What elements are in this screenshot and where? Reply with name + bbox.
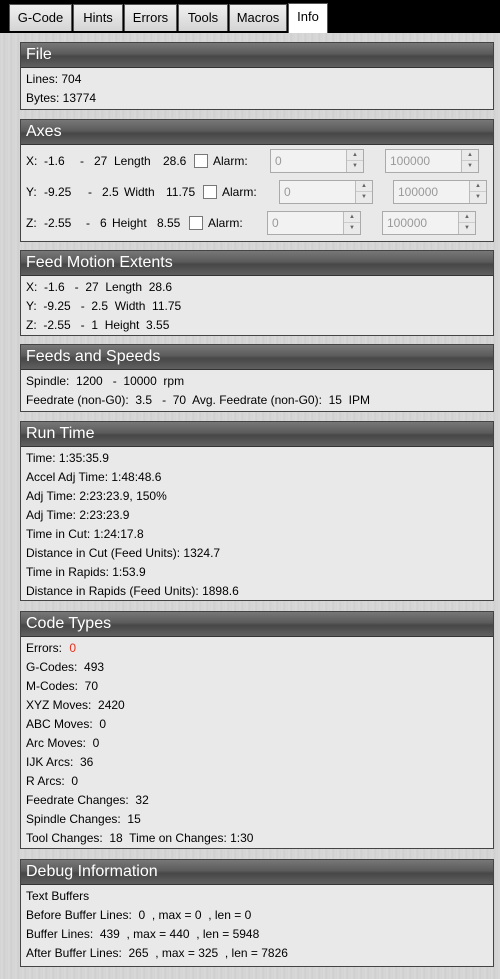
axis-min: -9.25: [44, 185, 72, 199]
axis-dim: 28.6: [163, 154, 187, 168]
tab-hints[interactable]: Hints: [73, 4, 123, 31]
spin-up-icon[interactable]: ▲: [344, 212, 360, 223]
spin-up-icon[interactable]: ▲: [356, 181, 372, 192]
code-type-item: ABC Moves: 0: [26, 717, 107, 731]
spin-up-icon[interactable]: ▲: [470, 181, 486, 192]
spin-down-icon[interactable]: ▼: [459, 223, 475, 234]
run-time-panel: Run Time Time: 1:35:35.9 Accel Adj Time:…: [20, 421, 494, 601]
code-types-title: Code Types: [21, 612, 493, 637]
axis-dim-label: Length: [114, 154, 151, 168]
info-content[interactable]: File Lines: 704 Bytes: 13774 Axes X: -1.…: [0, 33, 500, 979]
alarm-min-spinbox-y[interactable]: 0 ▲ ▼: [279, 180, 373, 204]
axis-row-z: Z: -2.55 - 6 Height 8.55 Alarm: 0 ▲ ▼ 100…: [26, 208, 488, 239]
tab-gcode[interactable]: G-Code: [9, 4, 72, 31]
code-types-panel: Code Types Errors: 0 G-Codes: 493 M-Code…: [20, 611, 494, 849]
spin-down-icon[interactable]: ▼: [356, 192, 372, 203]
alarm-max-spinbox-z[interactable]: 100000 ▲ ▼: [382, 211, 476, 235]
axis-label: X:: [26, 154, 38, 168]
axis-row-y: Y: -9.25 - 2.5 Width 11.75 Alarm: 0 ▲ ▼ 1…: [26, 177, 488, 208]
run-time-item: Distance in Rapids (Feed Units): 1898.6: [26, 584, 239, 598]
file-lines: Lines: 704: [26, 72, 82, 86]
alarm-label: Alarm:: [208, 216, 243, 230]
spin-up-icon[interactable]: ▲: [462, 150, 478, 161]
alarm-checkbox-x[interactable]: [194, 154, 208, 168]
debug-item: Buffer Lines: 439 , max = 440 , len = 59…: [26, 927, 260, 941]
alarm-max-spinbox-y[interactable]: 100000 ▲ ▼: [393, 180, 487, 204]
run-time-title: Run Time: [21, 422, 493, 447]
axes-panel-title: Axes: [21, 120, 493, 145]
run-time-item: Distance in Cut (Feed Units): 1324.7: [26, 546, 221, 560]
alarm-checkbox-z[interactable]: [189, 216, 203, 230]
axis-dash: -: [88, 185, 92, 199]
spindle-range: Spindle: 1200 - 10000 rpm: [26, 374, 185, 388]
axis-dash: -: [80, 154, 84, 168]
axis-max: 2.5: [102, 185, 119, 199]
axis-dim-label: Height: [112, 216, 147, 230]
feed-extents-panel: Feed Motion Extents X: -1.6 - 27 Length …: [20, 250, 494, 336]
axis-dim: 8.55: [157, 216, 181, 230]
run-time-item: Adj Time: 2:23:23.9, 150%: [26, 489, 167, 503]
debug-title: Debug Information: [21, 860, 493, 885]
axis-row-x: X: -1.6 - 27 Length 28.6 Alarm: 0 ▲ ▼ 100…: [26, 146, 488, 177]
feeds-speeds-panel: Feeds and Speeds Spindle: 1200 - 10000 r…: [20, 344, 494, 412]
axis-max: 6: [100, 216, 107, 230]
alarm-label: Alarm:: [213, 154, 248, 168]
axis-label: Z:: [26, 216, 37, 230]
axis-dim: 11.75: [166, 185, 196, 199]
feedrate-range: Feedrate (non-G0): 3.5 - 70 Avg. Feedrat…: [26, 393, 370, 407]
run-time-item: Accel Adj Time: 1:48:48.6: [26, 470, 162, 484]
tab-bar: G-Code Hints Errors Tools Macros Info: [0, 0, 500, 33]
code-type-item: M-Codes: 70: [26, 679, 99, 693]
alarm-min-spinbox-x[interactable]: 0 ▲ ▼: [270, 149, 364, 173]
axis-label: Y:: [26, 185, 37, 199]
axis-dash: -: [86, 216, 90, 230]
alarm-checkbox-y[interactable]: [203, 185, 217, 199]
spin-down-icon[interactable]: ▼: [344, 223, 360, 234]
code-type-item: Tool Changes: 18 Time on Changes: 1:30: [26, 831, 254, 845]
run-time-item: Time in Cut: 1:24:17.8: [26, 527, 144, 541]
alarm-max-spinbox-x[interactable]: 100000 ▲ ▼: [385, 149, 479, 173]
tab-tools[interactable]: Tools: [178, 4, 228, 31]
errors-row: Errors: 0: [26, 639, 488, 658]
tab-info[interactable]: Info: [288, 3, 328, 33]
code-type-item: XYZ Moves: 2420: [26, 698, 125, 712]
errors-label: Errors:: [26, 641, 62, 655]
code-type-item: Feedrate Changes: 32: [26, 793, 149, 807]
axis-min: -2.55: [44, 216, 72, 230]
axis-dim-label: Width: [124, 185, 155, 199]
alarm-label: Alarm:: [222, 185, 257, 199]
spin-down-icon[interactable]: ▼: [347, 161, 363, 172]
errors-count: 0: [69, 641, 77, 655]
code-type-item: Spindle Changes: 15: [26, 812, 141, 826]
code-type-item: Arc Moves: 0: [26, 736, 100, 750]
debug-panel: Debug Information Text Buffers Before Bu…: [20, 859, 494, 967]
debug-item: Before Buffer Lines: 0 , max = 0 , len =…: [26, 908, 252, 922]
feed-extents-x: X: -1.6 - 27 Length 28.6: [26, 280, 173, 294]
axis-min: -1.6: [44, 154, 65, 168]
spin-down-icon[interactable]: ▼: [470, 192, 486, 203]
alarm-min-spinbox-z[interactable]: 0 ▲ ▼: [267, 211, 361, 235]
code-type-item: G-Codes: 493: [26, 660, 105, 674]
run-time-item: Time: 1:35:35.9: [26, 451, 109, 465]
axes-panel: Axes X: -1.6 - 27 Length 28.6 Alarm: 0 ▲…: [20, 119, 494, 242]
debug-item: After Buffer Lines: 265 , max = 325 , le…: [26, 946, 288, 960]
run-time-item: Time in Rapids: 1:53.9: [26, 565, 146, 579]
tab-errors[interactable]: Errors: [124, 4, 177, 31]
file-panel-title: File: [21, 43, 493, 68]
code-type-item: IJK Arcs: 36: [26, 755, 94, 769]
spin-up-icon[interactable]: ▲: [459, 212, 475, 223]
feed-extents-z: Z: -2.55 - 1 Height 3.55: [26, 318, 170, 332]
feed-extents-title: Feed Motion Extents: [21, 251, 493, 276]
file-panel: File Lines: 704 Bytes: 13774: [20, 42, 494, 110]
spin-up-icon[interactable]: ▲: [347, 150, 363, 161]
debug-item: Text Buffers: [26, 889, 90, 903]
tab-macros[interactable]: Macros: [229, 4, 287, 31]
spin-down-icon[interactable]: ▼: [462, 161, 478, 172]
file-bytes: Bytes: 13774: [26, 91, 97, 105]
feed-extents-y: Y: -9.25 - 2.5 Width 11.75: [26, 299, 182, 313]
code-type-item: R Arcs: 0: [26, 774, 79, 788]
axis-max: 27: [94, 154, 108, 168]
feeds-speeds-title: Feeds and Speeds: [21, 345, 493, 370]
run-time-item: Adj Time: 2:23:23.9: [26, 508, 130, 522]
